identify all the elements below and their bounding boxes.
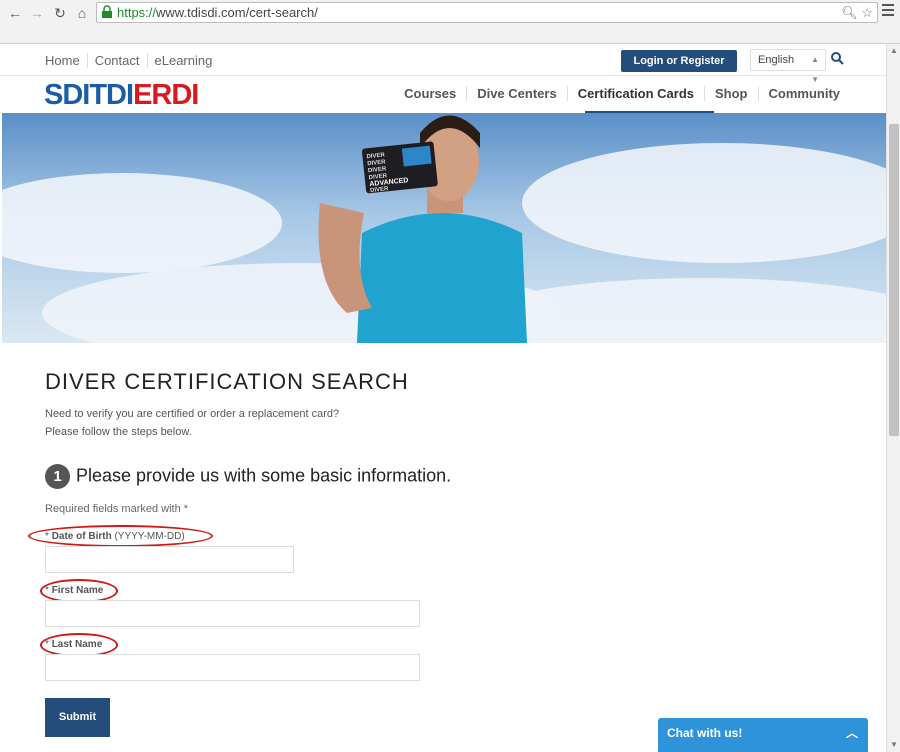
web-page: Home Contact eLearning Login or Register E… — [0, 44, 886, 752]
zoom-star-icons[interactable]: 🔍︎ ☆ — [841, 3, 873, 22]
url-scheme: https:// — [117, 5, 157, 20]
chevron-up-icon[interactable]: ︿ — [846, 718, 858, 748]
sdi-tdi-erdi-logo[interactable]: SDITDIERDI — [44, 81, 199, 110]
step-title: Please provide us with some basic inform… — [76, 465, 452, 486]
contact-link[interactable]: Contact — [87, 53, 148, 68]
utility-bar: Home Contact eLearning Login or Register E… — [0, 44, 886, 84]
elearning-link[interactable]: eLearning — [148, 53, 220, 68]
url-path: www.tdisdi.com/cert-search/ — [156, 5, 318, 20]
nav-item-courses[interactable]: Courses — [394, 86, 468, 101]
nav-item-shop[interactable]: Shop — [705, 86, 759, 101]
page-scrollbar[interactable]: ▲ ▼ — [886, 44, 900, 752]
login-register-button[interactable]: Login or Register — [621, 50, 737, 72]
intro-line-2: Please follow the steps below. — [45, 426, 192, 438]
forward-icon[interactable]: → — [28, 4, 46, 22]
search-icon[interactable] — [831, 52, 844, 65]
chat-label: Chat with us! — [667, 726, 743, 740]
back-icon[interactable]: ← — [6, 4, 24, 22]
nav-item-dive-centers[interactable]: Dive Centers — [467, 86, 568, 101]
language-value: English — [758, 54, 795, 66]
required-fields-note: Required fields marked with * — [45, 503, 189, 515]
certification-card: DIVER DIVER DIVER DIVER ADVANCED DIVER — [361, 141, 438, 194]
dob-input[interactable] — [45, 546, 294, 573]
last-name-input[interactable] — [45, 654, 420, 681]
nav-menu: Courses Dive Centers Certification Cards Sh… — [394, 86, 850, 101]
submit-button[interactable]: Submit — [45, 698, 110, 737]
home-link[interactable]: Home — [45, 53, 88, 68]
step-heading: 1 Please provide us with some basic infor… — [45, 464, 451, 489]
address-bar[interactable]: https://www.tdisdi.com/cert-search/ 🔍︎ ☆ — [96, 2, 878, 23]
scroll-down-icon[interactable]: ▼ — [887, 738, 900, 752]
step-number-badge: 1 — [45, 464, 70, 489]
dob-label: * Date of Birth (YYYY-MM-DD) — [45, 531, 185, 542]
browser-toolbar: ← → ↻ ⌂ https://www.tdisdi.com/cert-sear… — [0, 0, 900, 44]
nav-item-certification-cards[interactable]: Certification Cards — [567, 86, 705, 101]
svg-text:DIVER: DIVER — [370, 186, 390, 194]
reload-icon[interactable]: ↻ — [51, 4, 69, 22]
first-name-label: * First Name — [45, 585, 104, 596]
browser-menu-icon[interactable] — [882, 4, 894, 16]
utility-links: Home Contact eLearning — [45, 53, 219, 68]
main-navigation: SDITDIERDI Courses Dive Centers Certificat… — [0, 76, 886, 113]
intro-line-1: Need to verify you are certified or orde… — [45, 408, 340, 420]
last-name-label: * Last Name — [45, 639, 103, 650]
hero-illustration: DIVER DIVER DIVER DIVER ADVANCED DIVER — [2, 115, 886, 343]
home-icon[interactable]: ⌂ — [73, 4, 91, 22]
hero-banner: DIVER DIVER DIVER DIVER ADVANCED DIVER — [2, 113, 886, 343]
intro-text: Need to verify you are certified or orde… — [45, 405, 339, 441]
language-select[interactable]: English ▲ ▼ — [750, 49, 826, 84]
scroll-thumb[interactable] — [889, 124, 899, 436]
chat-widget[interactable]: Chat with us! ︿ — [658, 718, 868, 752]
lock-icon — [102, 5, 112, 18]
person-shirt — [357, 213, 527, 343]
first-name-input[interactable] — [45, 600, 420, 627]
scroll-up-icon[interactable]: ▲ — [887, 44, 900, 58]
nav-item-community[interactable]: Community — [759, 86, 851, 101]
page-title: DIVER CERTIFICATION SEARCH — [45, 369, 409, 394]
